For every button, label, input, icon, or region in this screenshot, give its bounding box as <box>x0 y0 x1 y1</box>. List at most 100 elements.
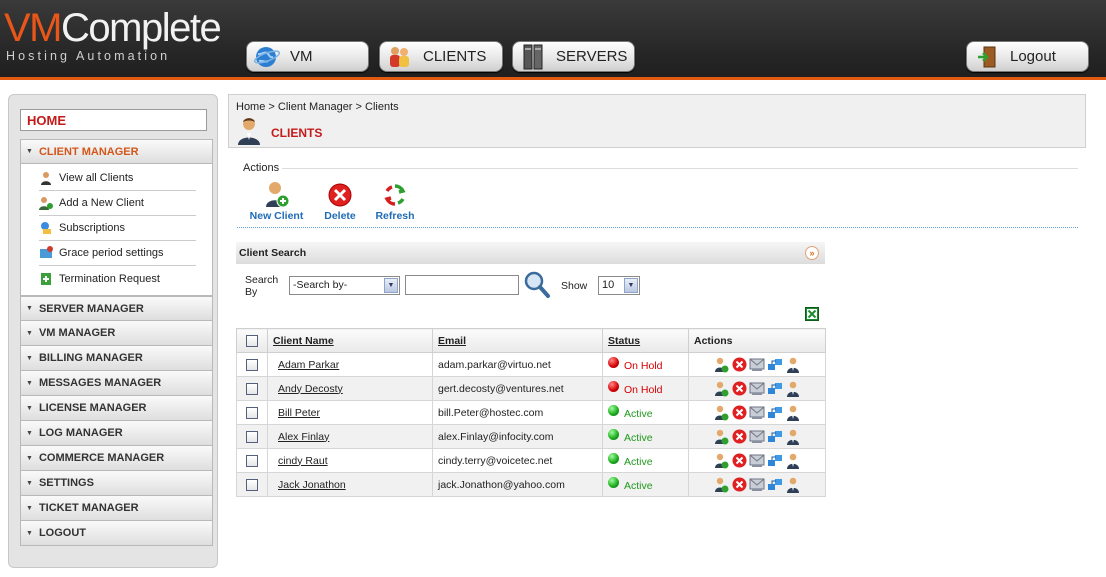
row-network-icon[interactable] <box>767 357 783 373</box>
client-name-link[interactable]: cindy Raut <box>278 455 328 467</box>
client-name-link[interactable]: Andy Decosty <box>278 383 343 395</box>
sidebar-section-ticket-manager[interactable]: ▼ TICKET MANAGER <box>20 496 213 521</box>
sidebar-section-logout[interactable]: ▼ LOGOUT <box>20 521 213 546</box>
status-cell: Active <box>602 448 689 473</box>
globe-icon <box>252 44 282 70</box>
delete-button[interactable]: Delete <box>322 180 358 222</box>
column-header-client-name[interactable]: Client Name <box>267 328 433 353</box>
client-name-link[interactable]: Jack Jonathon <box>278 479 346 491</box>
row-delete-icon[interactable] <box>731 357 747 373</box>
row-edit-user-icon[interactable] <box>713 477 729 493</box>
sidebar-section-client-manager[interactable]: ▼ CLIENT MANAGER <box>20 139 213 164</box>
sidebar-section-commerce-manager[interactable]: ▼ COMMERCE MANAGER <box>20 446 213 471</box>
row-mail-icon[interactable] <box>749 477 765 493</box>
sidebar-section-log-manager[interactable]: ▼ LOG MANAGER <box>20 421 213 446</box>
new-client-button[interactable]: New Client <box>248 180 305 222</box>
sidebar-section-license-manager[interactable]: ▼ LICENSE MANAGER <box>20 396 213 421</box>
user-icon <box>39 170 53 186</box>
row-checkbox[interactable] <box>246 406 258 419</box>
search-by-select[interactable]: -Search by- ▼ <box>289 276 400 295</box>
search-icon[interactable] <box>523 270 551 300</box>
collapse-chevron-icon[interactable]: » <box>805 246 819 260</box>
row-network-icon[interactable] <box>767 429 783 445</box>
row-edit-user-icon[interactable] <box>713 429 729 445</box>
column-header-email[interactable]: Email <box>432 328 603 353</box>
client-name-link[interactable]: Adam Parkar <box>278 359 339 371</box>
triangle-down-icon: ▼ <box>26 329 33 337</box>
row-checkbox[interactable] <box>246 358 258 371</box>
row-mail-icon[interactable] <box>749 429 765 445</box>
row-delete-icon[interactable] <box>731 477 747 493</box>
sidebar-section-billing-manager[interactable]: ▼ BILLING MANAGER <box>20 346 213 371</box>
row-delete-icon[interactable] <box>731 405 747 421</box>
search-input[interactable] <box>405 275 519 295</box>
row-user-icon[interactable] <box>785 381 801 397</box>
nav-servers-label: SERVERS <box>556 48 628 65</box>
table-row: Adam Parkar adam.parkar@virtuo.net On Hold <box>236 352 826 377</box>
row-mail-icon[interactable] <box>749 453 765 469</box>
sidebar-item-label: Subscriptions <box>59 222 126 234</box>
row-edit-user-icon[interactable] <box>713 357 729 373</box>
sidebar-section-label: SETTINGS <box>38 477 94 489</box>
row-edit-user-icon[interactable] <box>713 381 729 397</box>
status-badge: Active <box>624 456 653 468</box>
client-name-link[interactable]: Alex Finlay <box>278 431 329 443</box>
excel-export-icon[interactable] <box>805 307 819 321</box>
row-user-icon[interactable] <box>785 453 801 469</box>
row-checkbox[interactable] <box>246 478 258 491</box>
sidebar-section-label: SERVER MANAGER <box>38 302 144 315</box>
row-delete-icon[interactable] <box>731 381 747 397</box>
new-client-icon <box>248 180 305 210</box>
sidebar-section-vm-manager[interactable]: ▼ VM MANAGER <box>20 321 213 346</box>
row-edit-user-icon[interactable] <box>713 405 729 421</box>
page-size-select[interactable]: 10 ▼ <box>598 276 640 295</box>
sidebar-home-link[interactable]: HOME <box>20 109 207 131</box>
triangle-down-icon: ▼ <box>26 354 33 362</box>
show-label: Show <box>561 280 588 292</box>
nav-clients-label: CLIENTS <box>423 48 487 65</box>
status-badge: On Hold <box>624 360 663 372</box>
row-network-icon[interactable] <box>767 453 783 469</box>
row-delete-icon[interactable] <box>731 429 747 445</box>
row-network-icon[interactable] <box>767 405 783 421</box>
sidebar: HOME ▼ CLIENT MANAGER View all Clients A… <box>8 94 218 568</box>
refresh-button[interactable]: Refresh <box>374 180 416 222</box>
sidebar-section-settings[interactable]: ▼ SETTINGS <box>20 471 213 496</box>
row-checkbox[interactable] <box>246 454 258 467</box>
row-edit-user-icon[interactable] <box>713 453 729 469</box>
row-checkbox[interactable] <box>246 382 258 395</box>
sidebar-item-view-all-clients[interactable]: View all Clients <box>39 166 196 191</box>
nav-clients-button[interactable]: CLIENTS <box>379 41 503 72</box>
row-select-cell <box>236 472 268 497</box>
row-mail-icon[interactable] <box>749 405 765 421</box>
row-network-icon[interactable] <box>767 477 783 493</box>
row-mail-icon[interactable] <box>749 357 765 373</box>
sidebar-item-grace-period-settings[interactable]: Grace period settings <box>39 241 196 266</box>
table-body: Adam Parkar adam.parkar@virtuo.net On Hold… <box>236 352 826 497</box>
row-mail-icon[interactable] <box>749 381 765 397</box>
column-header-status[interactable]: Status <box>602 328 689 353</box>
row-checkbox[interactable] <box>246 430 258 443</box>
status-dot-icon <box>608 381 619 392</box>
actions-cell <box>688 400 826 425</box>
column-header-label: Status <box>608 334 641 347</box>
row-select-cell <box>236 448 268 473</box>
sidebar-section-messages-manager[interactable]: ▼ MESSAGES MANAGER <box>20 371 213 396</box>
row-user-icon[interactable] <box>785 429 801 445</box>
client-name-link[interactable]: Bill Peter <box>278 407 320 419</box>
row-network-icon[interactable] <box>767 381 783 397</box>
sidebar-section-server-manager[interactable]: ▼ SERVER MANAGER <box>20 296 213 321</box>
sidebar-item-termination-request[interactable]: Termination Request <box>39 266 196 291</box>
triangle-down-icon: ▼ <box>26 379 33 387</box>
sidebar-item-subscriptions[interactable]: Subscriptions <box>39 216 196 241</box>
nav-vm-button[interactable]: VM <box>246 41 369 72</box>
select-all-checkbox[interactable] <box>246 334 258 347</box>
nav-servers-button[interactable]: SERVERS <box>512 41 635 72</box>
client-manager-submenu: View all Clients Add a New Client Subscr… <box>20 164 213 296</box>
sidebar-item-add-new-client[interactable]: Add a New Client <box>39 191 196 216</box>
row-delete-icon[interactable] <box>731 453 747 469</box>
row-user-icon[interactable] <box>785 357 801 373</box>
row-user-icon[interactable] <box>785 405 801 421</box>
row-user-icon[interactable] <box>785 477 801 493</box>
logout-button[interactable]: Logout <box>966 41 1089 72</box>
